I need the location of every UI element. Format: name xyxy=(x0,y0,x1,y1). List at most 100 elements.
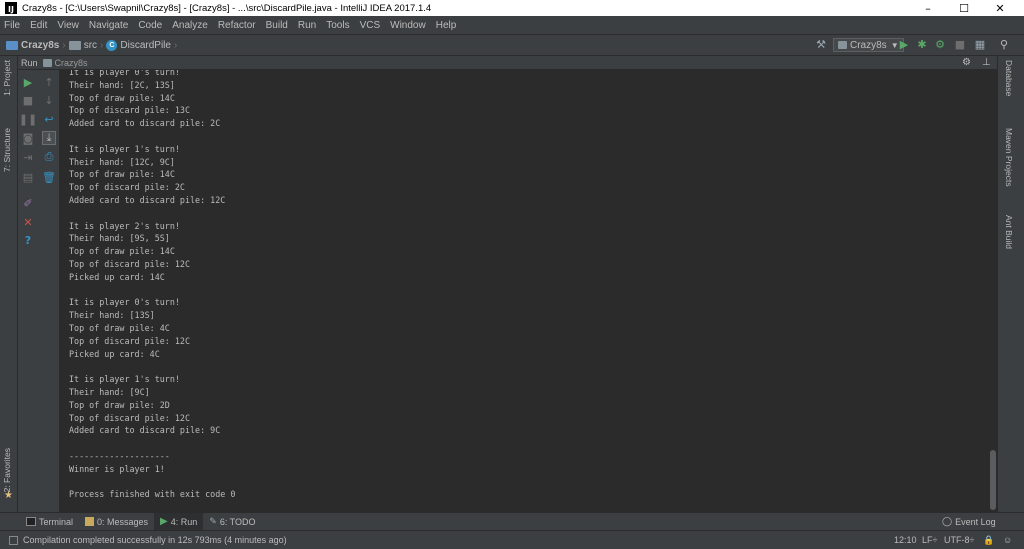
run-tab-label: 4: Run xyxy=(170,516,198,527)
right-tool-stripe xyxy=(997,56,1024,512)
event-log-tab[interactable]: ◯ Event Log xyxy=(936,513,1002,531)
down-arrow-icon[interactable]: ↓ xyxy=(42,93,56,107)
menu-navigate[interactable]: Navigate xyxy=(89,20,128,31)
menu-run[interactable]: Run xyxy=(298,20,316,31)
debug-icon[interactable]: ✱ xyxy=(916,38,928,51)
console-line: Added card to discard pile: 12C xyxy=(69,194,226,205)
menu-refactor[interactable]: Refactor xyxy=(218,20,256,31)
todo-tab-label: 6: TODO xyxy=(219,516,256,527)
folder-icon xyxy=(68,40,81,50)
favorites-tool-tab[interactable]: 2: Favorites xyxy=(2,448,12,492)
status-message[interactable]: Compilation completed successfully in 12… xyxy=(23,535,287,545)
console-scrollbar[interactable] xyxy=(988,70,997,512)
console-line: It is player 0's turn! xyxy=(69,297,180,308)
scroll-to-end-icon[interactable]: ⤓ xyxy=(42,131,56,145)
run-panel-config[interactable]: Crazy8s xyxy=(55,58,88,68)
run-tab-icon: ▶ xyxy=(160,516,168,527)
build-icon[interactable]: ⚒ xyxy=(815,38,827,51)
project-structure-icon[interactable]: ▦ xyxy=(974,38,986,51)
console-line: Process finished with exit code 0 xyxy=(69,489,236,500)
breadcrumb-project[interactable]: Crazy8s xyxy=(21,40,59,51)
project-tool-tab[interactable]: 1: Project xyxy=(2,60,12,96)
menu-code[interactable]: Code xyxy=(138,20,162,31)
line-separator[interactable]: LF÷ xyxy=(922,535,937,545)
star-icon: ★ xyxy=(4,490,13,501)
stop-run-icon[interactable]: ■ xyxy=(21,93,35,107)
stop-icon[interactable]: ■ xyxy=(954,38,966,51)
console-line: Their hand: [13S] xyxy=(69,310,155,321)
status-bar: Compilation completed successfully in 12… xyxy=(0,530,1024,549)
menu-view[interactable]: View xyxy=(57,20,79,31)
print-icon[interactable]: ⎙ xyxy=(42,150,56,164)
breadcrumb-file[interactable]: DiscardPile xyxy=(120,40,171,51)
messages-tab[interactable]: 0: Messages xyxy=(79,513,154,531)
pin-icon[interactable]: ✐ xyxy=(21,196,35,210)
help-icon[interactable]: ? xyxy=(21,233,35,247)
close-button[interactable]: ✕ xyxy=(982,0,1018,16)
coverage-icon[interactable]: ⚙ xyxy=(934,38,946,51)
terminal-tab[interactable]: Terminal xyxy=(20,513,79,531)
console-line: Top of draw pile: 2D xyxy=(69,399,170,410)
console-line: Their hand: [9S, 5S] xyxy=(69,233,170,244)
class-icon: C xyxy=(106,39,118,51)
maximize-button[interactable]: ☐ xyxy=(946,0,982,16)
window-title: Crazy8s - [C:\Users\Swapnil\Crazy8s] - [… xyxy=(22,2,432,14)
file-encoding[interactable]: UTF-8÷ xyxy=(944,535,974,545)
menu-tools[interactable]: Tools xyxy=(326,20,349,31)
left-tool-stripe xyxy=(0,56,18,512)
trash-icon[interactable]: 🗑 xyxy=(42,170,56,184)
bottom-tool-bar: Terminal 0: Messages ▶ 4: Run ✎ 6: TODO … xyxy=(0,512,1024,531)
pause-icon[interactable]: ❚❚ xyxy=(19,112,37,126)
menu-bar: File Edit View Navigate Code Analyze Refactor B… xyxy=(0,16,1024,34)
menu-help[interactable]: Help xyxy=(436,20,457,31)
run-config-label: Crazy8s xyxy=(850,39,887,51)
status-icon[interactable] xyxy=(9,535,18,545)
exit-icon[interactable]: ⇥ xyxy=(21,150,35,164)
soft-wrap-icon[interactable]: ↩ xyxy=(42,112,56,126)
inspector-icon[interactable]: ☺ xyxy=(1003,535,1012,545)
run-config-icon xyxy=(838,41,847,49)
console-line: Top of discard pile: 12C xyxy=(69,258,191,269)
rerun-icon[interactable]: ▶ xyxy=(21,75,35,89)
menu-build[interactable]: Build xyxy=(266,20,288,31)
intellij-app-icon: IJ xyxy=(5,2,17,14)
up-arrow-icon[interactable]: ↑ xyxy=(42,75,56,89)
run-icon[interactable]: ▶ xyxy=(898,38,910,51)
hide-icon[interactable]: ⊥ xyxy=(982,57,991,68)
run-config-dropdown[interactable]: Crazy8s ▼ xyxy=(833,38,904,52)
gear-icon[interactable]: ⚙ xyxy=(962,57,971,68)
console-line: Picked up card: 4C xyxy=(69,348,160,359)
structure-tool-tab[interactable]: 7: Structure xyxy=(2,128,12,172)
console-line: Top of discard pile: 2C xyxy=(69,182,185,193)
menu-analyze[interactable]: Analyze xyxy=(172,20,208,31)
minimize-button[interactable]: – xyxy=(910,0,946,16)
maven-tool-tab[interactable]: Maven Projects xyxy=(1004,128,1014,187)
lock-icon[interactable]: 🔒 xyxy=(983,535,994,546)
console-line: Top of draw pile: 14C xyxy=(69,92,175,103)
database-tool-tab[interactable]: Database xyxy=(1004,60,1014,96)
search-icon[interactable]: ⚲ xyxy=(998,38,1010,51)
menu-edit[interactable]: Edit xyxy=(30,20,47,31)
layout-icon[interactable]: ▤ xyxy=(21,170,35,184)
console-line: Picked up card: 14C xyxy=(69,271,165,282)
menu-window[interactable]: Window xyxy=(390,20,426,31)
breadcrumb-src[interactable]: src xyxy=(84,40,97,51)
close-run-icon[interactable]: ✕ xyxy=(21,215,35,229)
console-line: Top of discard pile: 12C xyxy=(69,335,191,346)
run-tab[interactable]: ▶ 4: Run xyxy=(154,512,204,531)
scrollbar-thumb[interactable] xyxy=(990,450,996,510)
run-panel-header: Run Crazy8s ⚙ ⊥ xyxy=(18,56,997,70)
menu-file[interactable]: File xyxy=(4,20,20,31)
ant-build-tool-tab[interactable]: Ant Build xyxy=(1004,215,1014,249)
console-output[interactable]: It is player 0's turn! Their hand: [2C, 1… xyxy=(60,70,988,512)
dump-threads-icon[interactable]: ◙ xyxy=(21,131,35,145)
menu-vcs[interactable]: VCS xyxy=(360,20,381,31)
todo-tab[interactable]: ✎ 6: TODO xyxy=(203,513,261,531)
console-line: Added card to discard pile: 9C xyxy=(69,425,221,436)
cursor-position[interactable]: 12:10 xyxy=(894,535,917,545)
event-log-label: Event Log xyxy=(955,516,996,527)
event-log-icon: ◯ xyxy=(942,516,953,526)
